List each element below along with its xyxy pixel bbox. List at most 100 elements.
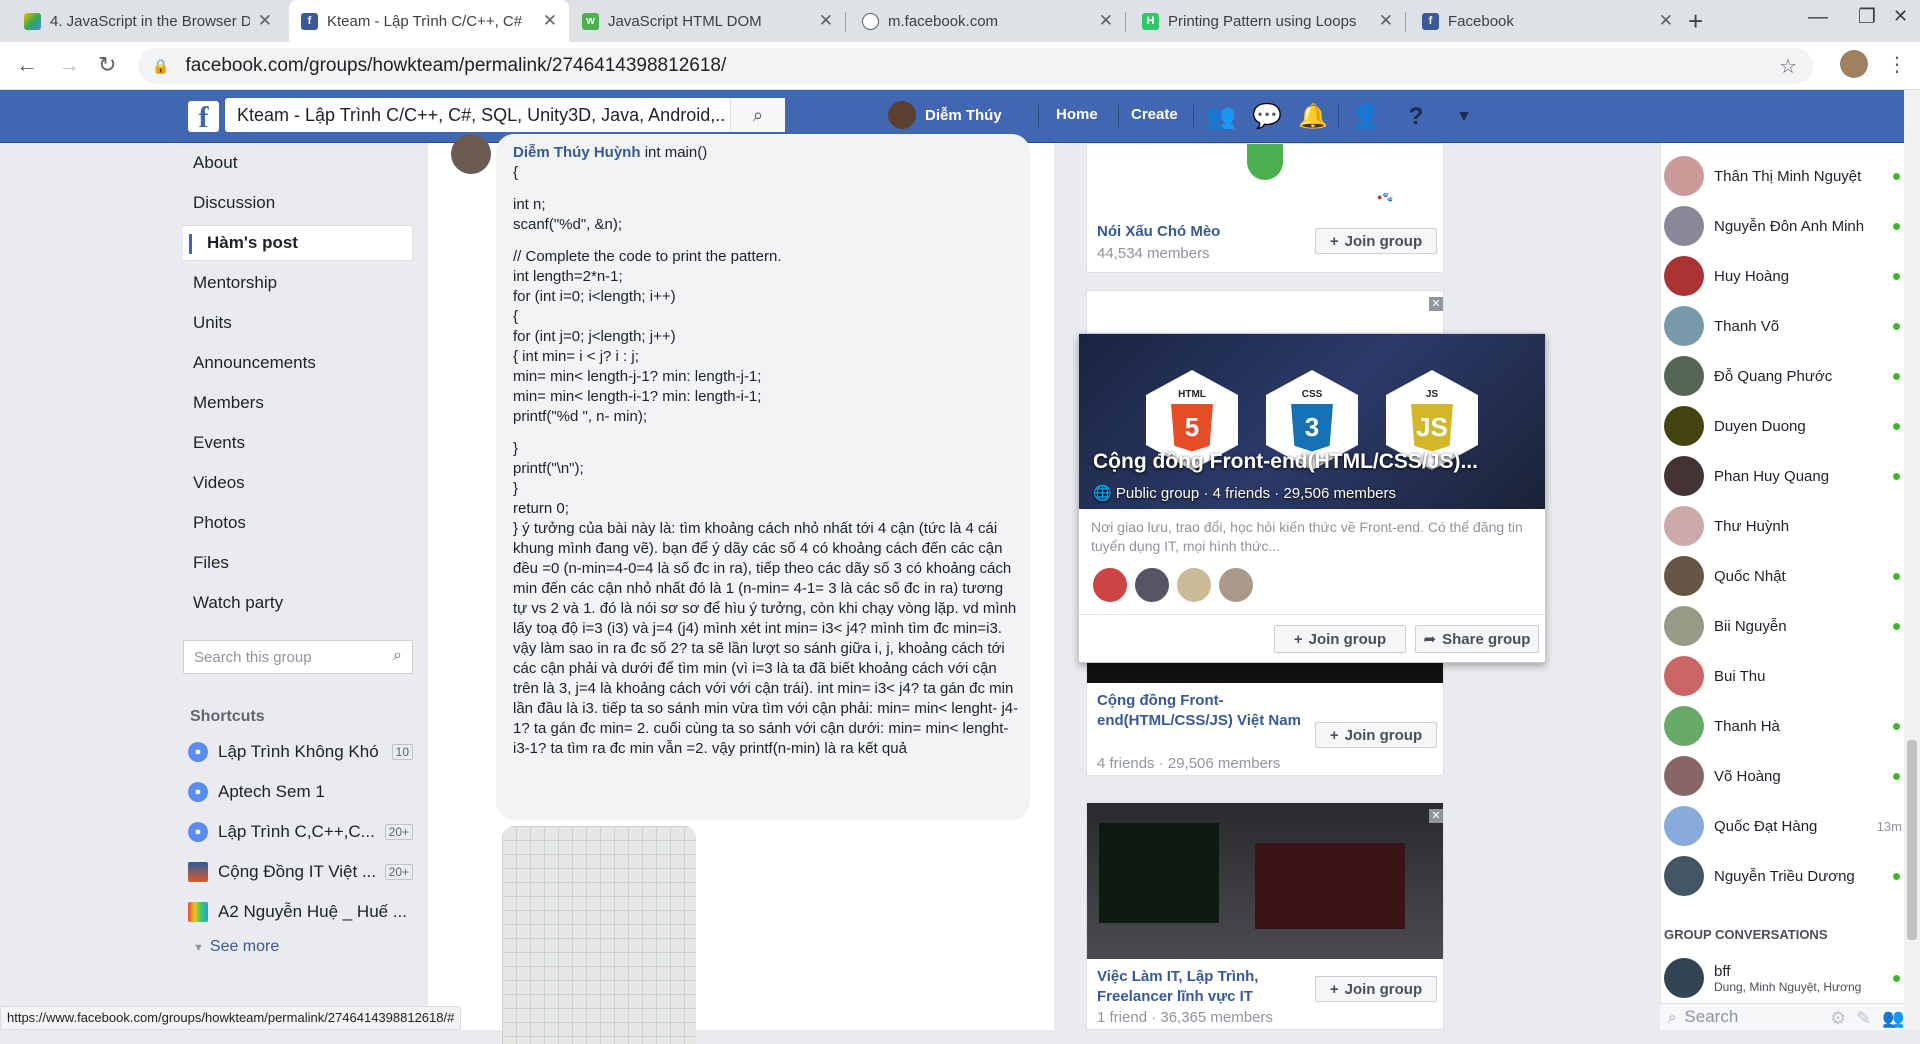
group-name-link[interactable]: Việc Làm IT, Lập Trình, Freelancer lĩnh … [1097,967,1317,1007]
chat-contact[interactable]: Bii Nguyễn [1664,604,1910,648]
tab-facebook[interactable]: f Facebook ✕ [1410,0,1685,42]
facebook-logo-icon[interactable]: f [188,101,219,134]
dismiss-icon[interactable]: ✕ [1429,809,1443,823]
tab-drive[interactable]: 4. JavaScript in the Browser D ✕ [12,0,284,42]
shortcut-item[interactable]: Cộng Đồng IT Việt ... 20+ [188,858,413,886]
group-cover-image[interactable]: ●🐾 [1087,144,1443,212]
join-group-button[interactable]: + Join group [1315,976,1437,1002]
close-tab-icon[interactable]: ✕ [1379,11,1393,31]
nav-photos[interactable]: Photos [183,505,413,541]
search-icon[interactable]: ⌕ [730,98,785,132]
chat-contact[interactable]: Thư Huỳnh [1664,504,1910,548]
url-field[interactable]: 🔒 facebook.com/groups/howkteam/permalink… [138,48,1813,84]
nav-files[interactable]: Files [183,545,413,581]
home-link[interactable]: Home [1056,106,1098,123]
find-friends-icon[interactable]: 👤 [1351,103,1381,131]
chat-contact[interactable]: Thanh Hà [1664,704,1910,748]
shortcut-item[interactable]: ● Lập Trình C,C++,C... 20+ [188,818,413,846]
nav-about[interactable]: About [183,145,413,181]
profile-link[interactable]: Diễm Thúy [888,101,1002,129]
create-link[interactable]: Create [1131,106,1178,123]
account-dropdown-icon[interactable]: ▼ [1450,103,1478,131]
chat-contact[interactable]: Thân Thị Minh Nguyệt [1664,154,1910,198]
nav-mentorship[interactable]: Mentorship [183,265,413,301]
page-scrollbar[interactable] [1904,90,1920,1030]
chat-contact[interactable]: Đỗ Quang Phước [1664,354,1910,398]
bookmark-star-icon[interactable]: ☆ [1779,54,1797,79]
group-cover-image[interactable] [1087,803,1443,959]
search-icon[interactable]: ⌕ [393,647,402,665]
shortcut-item[interactable]: ● Lập Trình Không Khó 10 [188,738,413,766]
scrollbar-thumb[interactable] [1907,740,1917,940]
chat-contact[interactable]: Võ Hoàng [1664,754,1910,798]
friend-requests-icon[interactable]: 👥 [1206,103,1236,131]
see-more-link[interactable]: ▼ See more [193,938,279,956]
group-name-link[interactable]: Nói Xấu Chó Mèo [1097,222,1220,242]
nav-units[interactable]: Units [183,305,413,341]
friend-avatar[interactable] [1175,566,1213,604]
tab-hackerrank[interactable]: H Printing Pattern using Loops ✕ [1130,0,1405,42]
chat-contact[interactable]: Quốc Đạt Hàng 13m [1664,804,1910,848]
hover-group-title[interactable]: Cộng đồng Front-end(HTML/CSS/JS)... [1093,450,1478,474]
close-tab-icon[interactable]: ✕ [1099,11,1113,31]
nav-watch-party[interactable]: Watch party [183,585,413,621]
hover-cover-image[interactable]: HTML 5 CSS 3 JS JS Cộng đồng Front-end(H… [1079,334,1545,509]
group-cover-image[interactable] [1087,661,1443,683]
friend-avatar[interactable] [1091,566,1129,604]
shortcut-item[interactable]: A2 Nguyễn Huệ _ Huế ... [188,898,413,926]
back-icon[interactable]: ← [16,52,38,78]
chat-contact[interactable]: Huy Hoàng [1664,254,1910,298]
fb-search-field[interactable]: Kteam - Lập Trình C/C++, C#, SQL, Unity3… [225,98,785,132]
nav-hams-post[interactable]: Hàm's post [183,225,413,261]
dismiss-icon[interactable]: ✕ [1429,297,1443,311]
comment-author-link[interactable]: Diễm Thúy Huỳnh [513,144,641,161]
forward-icon[interactable]: → [58,52,80,78]
chat-contact[interactable]: Phan Huy Quang [1664,454,1910,498]
close-tab-icon[interactable]: ✕ [258,11,272,31]
close-tab-icon[interactable]: ✕ [819,11,833,31]
chat-search-input[interactable]: ⌕ Search ⚙ ✎ 👥 [1660,1003,1904,1030]
nav-events[interactable]: Events [183,425,413,461]
fb-search-value[interactable]: Kteam - Lập Trình C/C++, C#, SQL, Unity3… [225,105,725,126]
join-group-button[interactable]: + Join group [1315,722,1437,748]
maximize-icon[interactable]: ❐ [1858,4,1876,29]
minimize-icon[interactable]: — [1808,6,1828,29]
nav-announcements[interactable]: Announcements [183,345,413,381]
nav-members[interactable]: Members [183,385,413,421]
tab-w3schools[interactable]: w JavaScript HTML DOM ✕ [570,0,845,42]
close-tab-icon[interactable]: ✕ [1659,11,1673,31]
share-group-button[interactable]: ➦ Share group [1415,625,1539,653]
chat-contact[interactable]: Bui Thu [1664,654,1910,698]
commenter-avatar[interactable] [451,134,491,174]
shortcut-item[interactable]: ● Aptech Sem 1 [188,778,413,806]
compose-icon[interactable]: ✎ [1856,1008,1871,1029]
chat-contact[interactable]: Duyen Duong [1664,404,1910,448]
nav-discussion[interactable]: Discussion [183,185,413,221]
group-search-input[interactable]: Search this group ⌕ [183,640,413,674]
close-window-icon[interactable]: ✕ [1893,6,1908,27]
close-tab-icon[interactable]: ✕ [543,11,557,31]
hover-join-group-button[interactable]: + Join group [1274,625,1406,653]
browser-profile-avatar[interactable] [1840,50,1868,78]
attached-photo[interactable] [502,826,696,1044]
chat-contact[interactable]: Nguyễn Đôn Anh Minh [1664,204,1910,248]
chat-contact[interactable]: Nguyễn Triều Dương [1664,854,1910,898]
browser-menu-icon[interactable]: ⋮ [1887,52,1907,77]
chat-contact[interactable]: Thanh Võ [1664,304,1910,348]
messenger-icon[interactable]: 💬 [1252,103,1282,131]
tab-kteam[interactable]: f Kteam - Lập Trình C/C++, C# ✕ [289,0,569,42]
group-name-link[interactable]: Cộng đồng Front-end(HTML/CSS/JS) Việt Na… [1097,691,1307,731]
gear-icon[interactable]: ⚙ [1830,1008,1846,1029]
friend-avatar[interactable] [1217,566,1255,604]
join-group-button[interactable]: + Join group [1315,228,1437,254]
friend-avatar[interactable] [1133,566,1171,604]
reload-icon[interactable]: ↻ [98,52,116,78]
tab-m-facebook[interactable]: m.facebook.com ✕ [850,0,1125,42]
group-conversation-item[interactable]: bff Dung, Minh Nguyệt, Hương [1664,954,1910,1002]
help-icon[interactable]: ? [1402,103,1430,131]
notifications-bell-icon[interactable]: 🔔 [1298,103,1328,131]
nav-videos[interactable]: Videos [183,465,413,501]
new-tab-icon[interactable]: + [1688,6,1703,37]
new-group-icon[interactable]: 👥 [1882,1008,1904,1029]
chat-contact[interactable]: Quốc Nhật [1664,554,1910,598]
